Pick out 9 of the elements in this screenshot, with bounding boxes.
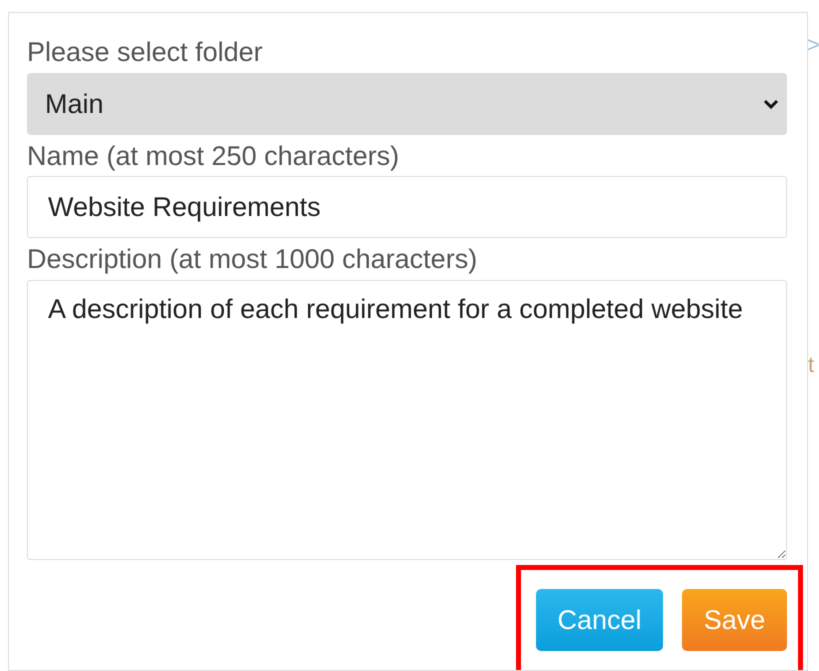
chevron-down-icon — [763, 99, 779, 109]
description-label: Description (at most 1000 characters) — [27, 245, 478, 273]
name-input[interactable]: Website Requirements — [27, 176, 787, 238]
folder-label: Please select folder — [27, 38, 264, 66]
background-text: > — [807, 32, 819, 58]
background-text: t — [808, 352, 814, 378]
folder-select[interactable]: Main — [27, 73, 787, 135]
name-label: Name (at most 250 characters) — [27, 142, 400, 170]
description-textarea[interactable]: A description of each requirement for a completed website — [27, 280, 787, 560]
